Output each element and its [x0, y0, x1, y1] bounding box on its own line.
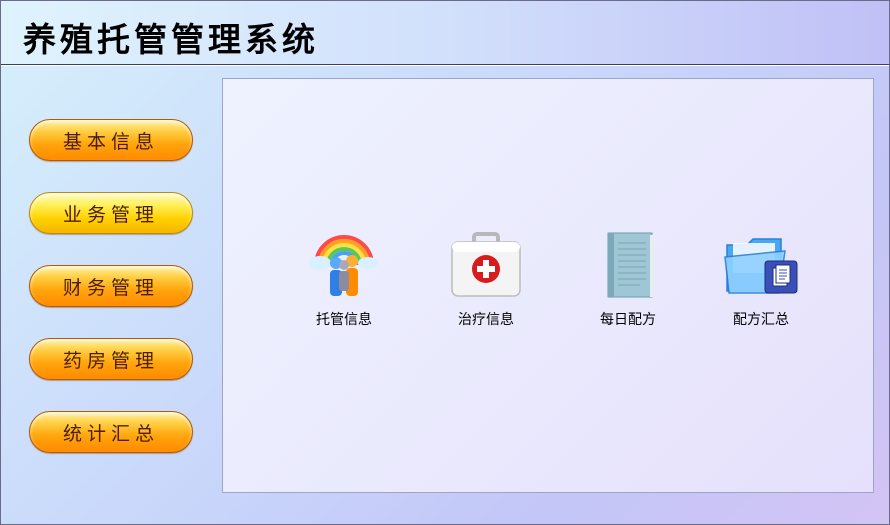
- notebook-icon: [607, 232, 654, 298]
- nav-statistics-button[interactable]: 统计汇总: [29, 411, 193, 453]
- header-divider: [1, 65, 889, 66]
- app-title: 养殖托管管理系统: [23, 20, 319, 59]
- folder-document-icon: [724, 238, 798, 294]
- nav-statistics-label: 统计汇总: [62, 422, 159, 445]
- nav-finance-label: 财务管理: [62, 276, 159, 299]
- main-content-panel: 托管信息 治疗信息 每日配方 配方汇总: [222, 78, 874, 493]
- first-aid-kit-icon: [451, 232, 521, 297]
- title-bar: 养殖托管管理系统: [1, 1, 889, 65]
- tile-custody-info[interactable]: 托管信息: [294, 229, 394, 329]
- nav-basic-info-label: 基本信息: [62, 130, 159, 153]
- people-rainbow-icon: [309, 235, 378, 296]
- nav-basic-info-button[interactable]: 基本信息: [29, 119, 193, 161]
- nav-business-button[interactable]: 业务管理: [29, 192, 193, 234]
- tile-treatment-info-label: 治疗信息: [458, 312, 514, 328]
- tile-formula-summary[interactable]: 配方汇总: [711, 229, 811, 329]
- nav-finance-button[interactable]: 财务管理: [29, 265, 193, 307]
- tile-daily-formula-label: 每日配方: [600, 312, 656, 328]
- nav-business-label: 业务管理: [62, 203, 159, 226]
- app-window: 养殖托管管理系统 基本信息 业务管理 财务管理 药房管理 统计汇总 托管信息 治…: [0, 0, 890, 525]
- tile-custody-info-label: 托管信息: [316, 312, 372, 328]
- nav-pharmacy-button[interactable]: 药房管理: [29, 338, 193, 380]
- nav-pharmacy-label: 药房管理: [62, 349, 159, 372]
- tile-formula-summary-label: 配方汇总: [733, 312, 789, 328]
- tile-treatment-info[interactable]: 治疗信息: [436, 229, 536, 329]
- tile-daily-formula[interactable]: 每日配方: [578, 229, 678, 329]
